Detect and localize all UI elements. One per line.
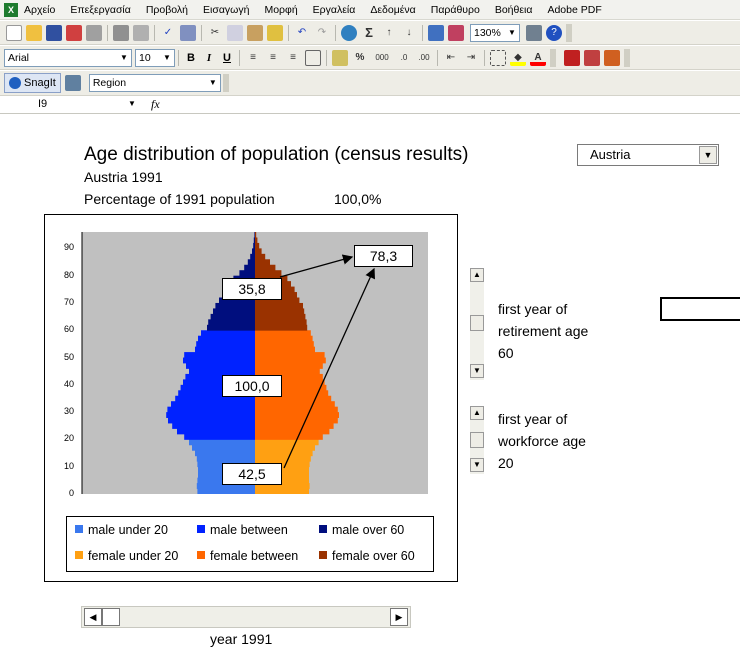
legend-swatch	[197, 525, 205, 533]
legend-swatch	[197, 551, 205, 559]
year-label: year 1991	[210, 631, 273, 647]
selected-cell-border[interactable]	[660, 297, 740, 321]
retirement-down-button[interactable]: ▼	[470, 364, 484, 378]
year-thumb[interactable]	[102, 608, 120, 626]
legend-item-male-under-20: male under 20	[75, 523, 168, 537]
legend-item-female-between: female between	[197, 549, 298, 563]
legend-label: female over 60	[332, 549, 415, 563]
retirement-up-button[interactable]: ▲	[470, 268, 484, 282]
legend-label: female under 20	[88, 549, 179, 563]
label-ratio: 78,3	[354, 245, 413, 267]
legend-label: female between	[210, 549, 299, 563]
workforce-value: 20	[498, 455, 514, 471]
legend-item-male-over-60: male over 60	[319, 523, 404, 537]
label-over60: 35,8	[222, 278, 282, 300]
year-scrollbar[interactable]: ◀ ▶	[81, 606, 411, 628]
label-under20: 42,5	[222, 463, 282, 485]
legend-label: male over 60	[332, 523, 405, 537]
retirement-thumb[interactable]	[470, 315, 484, 331]
workforce-down-button[interactable]: ▼	[470, 458, 484, 472]
retirement-value: 60	[498, 345, 514, 361]
retirement-label-line1: first year of	[498, 301, 568, 317]
legend-label: male between	[210, 523, 288, 537]
workforce-label-line1: first year of	[498, 411, 568, 427]
legend-label: male under 20	[88, 523, 168, 537]
legend: male under 20 male between male over 60 …	[66, 516, 434, 572]
arrow-under20-to-ratio	[283, 267, 375, 469]
legend-swatch	[319, 525, 327, 533]
retirement-label: first year of retirement age 60	[498, 298, 588, 364]
legend-swatch	[75, 551, 83, 559]
workforce-label: first year of workforce age 20	[498, 408, 586, 474]
retirement-label-line2: retirement age	[498, 323, 589, 339]
label-between: 100,0	[222, 375, 282, 397]
workforce-up-button[interactable]: ▲	[470, 406, 484, 420]
year-right-button[interactable]: ▶	[390, 608, 408, 626]
legend-swatch	[319, 551, 327, 559]
legend-item-male-between: male between	[197, 523, 288, 537]
workforce-label-line2: workforce age	[498, 433, 586, 449]
legend-item-female-over-60: female over 60	[319, 549, 415, 563]
legend-item-female-under-20: female under 20	[75, 549, 178, 563]
workforce-thumb[interactable]	[470, 432, 484, 448]
arrow-over60-to-ratio	[279, 254, 354, 278]
year-left-button[interactable]: ◀	[84, 608, 102, 626]
legend-swatch	[75, 525, 83, 533]
